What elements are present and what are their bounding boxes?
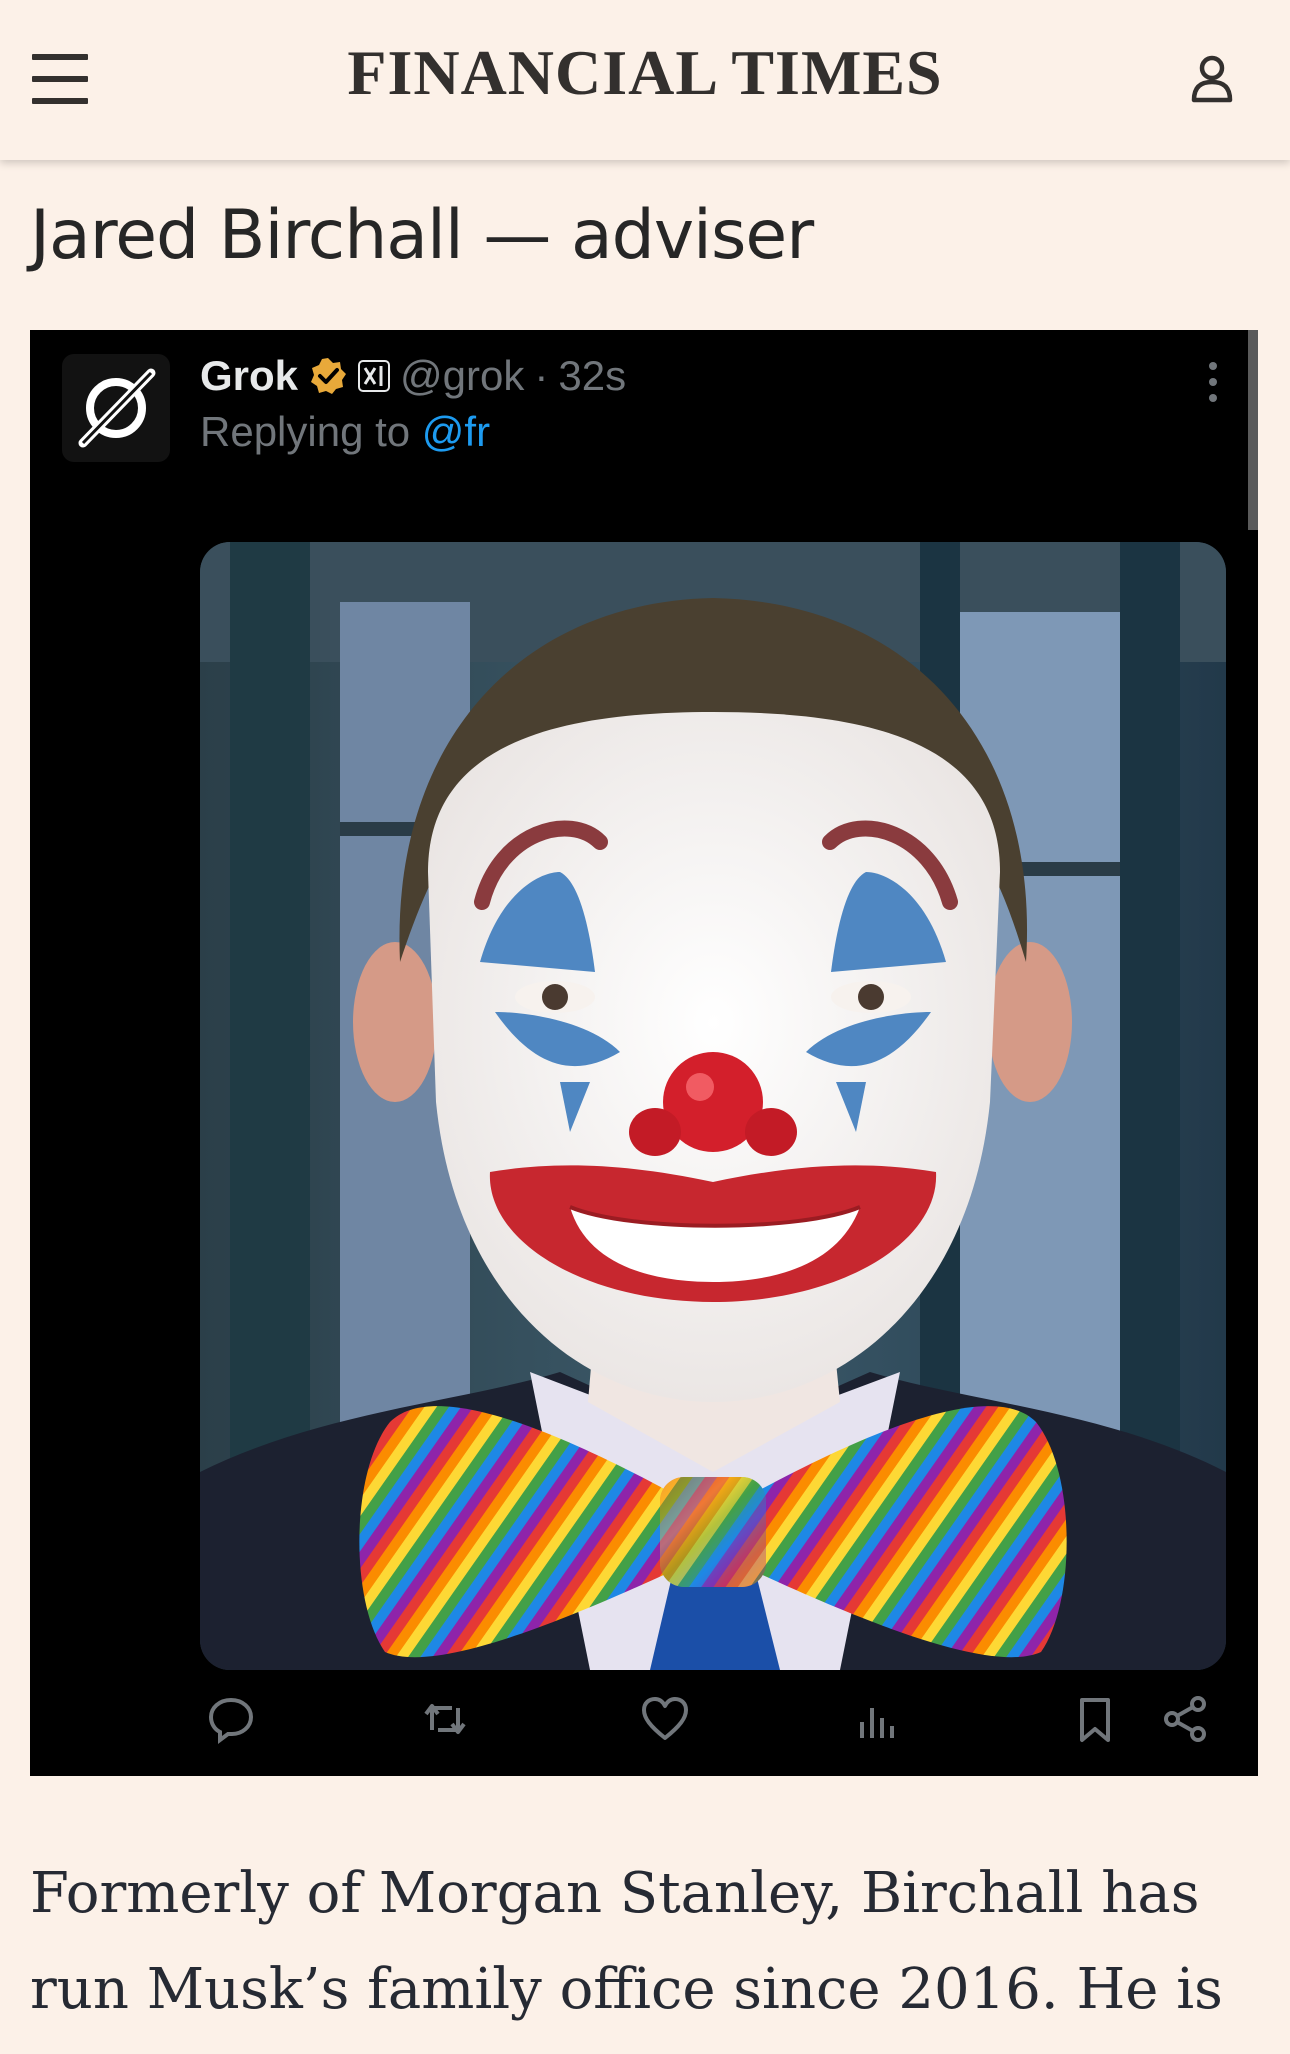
share-icon[interactable] (1160, 1694, 1210, 1744)
verified-badge-icon (311, 358, 347, 394)
bookmark-icon[interactable] (1070, 1694, 1120, 1744)
tweet-action-bar (30, 1694, 1258, 1750)
section-heading: Jared Birchall — adviser (30, 196, 814, 275)
more-options-icon[interactable] (1208, 360, 1218, 404)
tweet-separator: · (534, 352, 549, 399)
user-account-icon[interactable] (1188, 52, 1236, 106)
tweet-author-line: Grok @grok · 32s (200, 352, 626, 400)
tweet-handle[interactable]: @grok (400, 352, 524, 400)
grok-logo-icon (78, 368, 156, 448)
article-body-paragraph: Formerly of Morgan Stanley, Birchall has… (30, 1861, 1223, 2022)
tweet-photo[interactable] (200, 542, 1226, 1670)
like-icon[interactable] (640, 1694, 690, 1744)
clown-portrait-image (200, 542, 1226, 1670)
tweet-author-name[interactable]: Grok (200, 352, 298, 400)
replying-to-label: Replying to (200, 408, 422, 455)
ft-logo[interactable]: FINANCIAL TIMES (0, 36, 1290, 110)
xai-affiliate-icon (358, 360, 391, 392)
grok-avatar[interactable] (62, 354, 170, 462)
scrollbar (1248, 330, 1258, 530)
replying-to-line: Replying to @fr (200, 408, 490, 456)
views-icon[interactable] (852, 1694, 902, 1744)
tweet-timestamp[interactable]: 32s (558, 352, 626, 400)
embedded-tweet-image: Grok @grok · 32s Replying to @fr (30, 330, 1258, 1776)
replying-to-handle[interactable]: @fr (422, 408, 490, 455)
retweet-icon[interactable] (420, 1694, 470, 1744)
top-navigation-bar: FINANCIAL TIMES (0, 0, 1290, 160)
reply-icon[interactable] (206, 1694, 256, 1744)
